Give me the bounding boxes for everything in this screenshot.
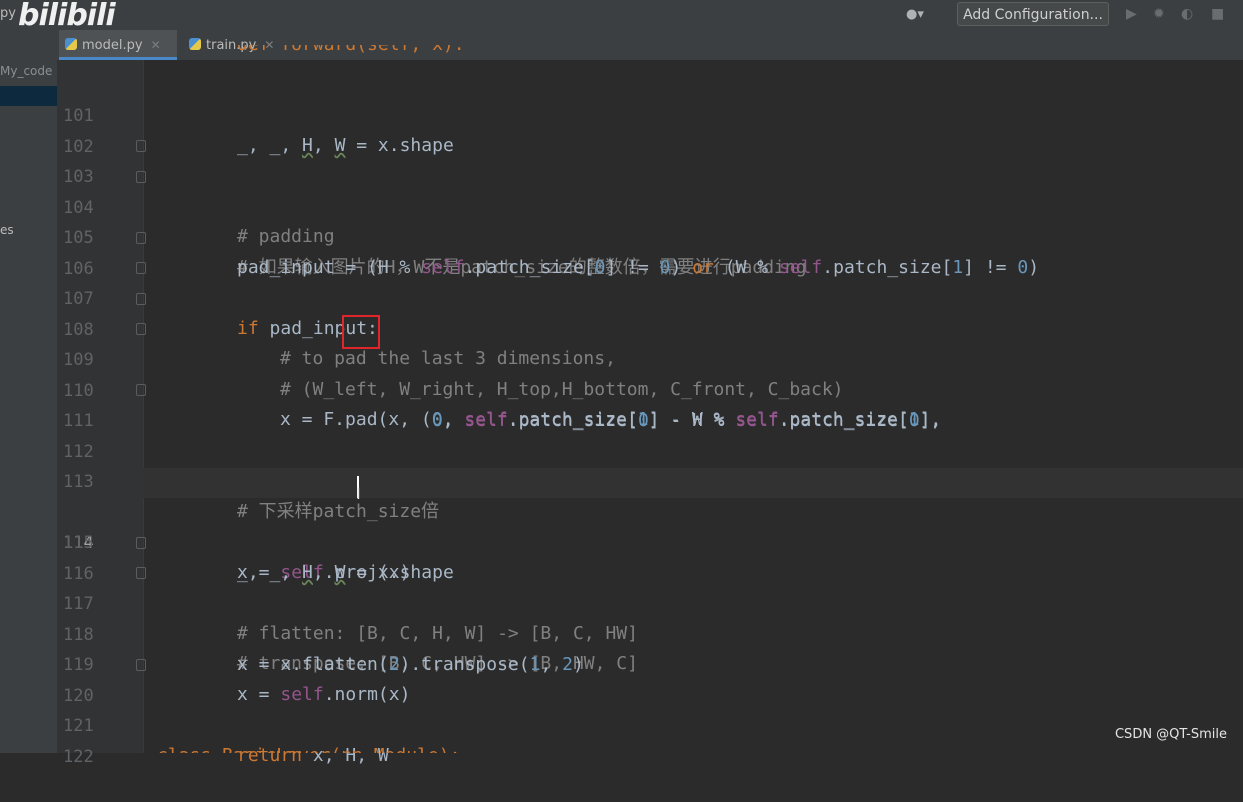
code-line[interactable]: 111 0, 0)) [57, 376, 1243, 491]
code-line[interactable]: 103 # padding [57, 132, 1243, 247]
fold-marker-icon[interactable] [136, 323, 146, 335]
fold-marker-icon[interactable] [136, 537, 146, 549]
code-line[interactable]: 105 pad_input = (H % self.patch_size[0] … [57, 193, 1243, 278]
code-line-partial-bottom: class BasicLayer(nn.Module): [57, 738, 1243, 753]
code-line-current[interactable]: 114 x = self.proj(x) [57, 468, 1243, 583]
code-line[interactable]: 113 # 下采样patch_size倍 [57, 437, 1243, 522]
code-line[interactable]: 109 x = F.pad(x, (0, self.patch_size[1] … [57, 315, 1243, 430]
code-line[interactable]: 107 # to pad the last 3 dimensions, [57, 254, 1243, 369]
fold-marker-icon[interactable] [136, 659, 146, 671]
watermark: CSDN @QT-Smile [1114, 727, 1227, 742]
code-line[interactable]: 101 _, _, H, W = x.shape [57, 71, 1243, 156]
highlight-box [342, 315, 380, 349]
fold-marker-icon[interactable] [136, 293, 146, 305]
fold-marker-icon[interactable] [136, 171, 146, 183]
fold-marker-icon[interactable] [136, 140, 146, 152]
code-line[interactable]: 102 [57, 102, 1243, 157]
code-line[interactable]: 117 # transpose: [B, C, HW] -> [B, HW, C… [57, 559, 1243, 674]
code-line[interactable]: 120 return x, H, W [57, 651, 1243, 766]
code-line[interactable]: 116 # flatten: [B, C, H, W] -> [B, C, HW… [57, 529, 1243, 644]
current-line-highlight [143, 468, 1243, 498]
ibeam-cursor-icon: I [356, 484, 361, 503]
code-line[interactable]: 115 _, _, H, W = x.shape [57, 498, 1243, 583]
code-line[interactable]: 119 x = self.norm(x) [57, 620, 1243, 705]
code-line-partial-top: def forward(self, x): [57, 45, 1243, 60]
code-line[interactable]: 121 [57, 681, 1243, 736]
fold-marker-icon[interactable] [136, 567, 146, 579]
code-text: class BasicLayer(nn.Module): [157, 741, 460, 753]
code-editor[interactable]: def forward(self, x): 101 _, _, H, W = x… [0, 0, 1243, 767]
fold-marker-icon[interactable] [136, 232, 146, 244]
code-line[interactable]: 118 x = x.flatten(2).transpose(1, 2) [57, 590, 1243, 675]
code-line[interactable]: 106 if pad_input: [57, 224, 1243, 339]
code-line[interactable]: 112 [57, 407, 1243, 462]
fold-marker-icon[interactable] [136, 384, 146, 396]
code-line[interactable]: 110 0, self.patch_size[0] - H % self.pat… [57, 346, 1243, 431]
code-text: def forward(self, x): [237, 45, 465, 60]
code-line[interactable]: 104 # 如果输入图片的H，W不是patch_size的整数倍，需要进行pad… [57, 163, 1243, 278]
code-line[interactable]: 108 # (W_left, W_right, H_top,H_bottom, … [57, 285, 1243, 400]
fold-marker-icon[interactable] [136, 262, 146, 274]
